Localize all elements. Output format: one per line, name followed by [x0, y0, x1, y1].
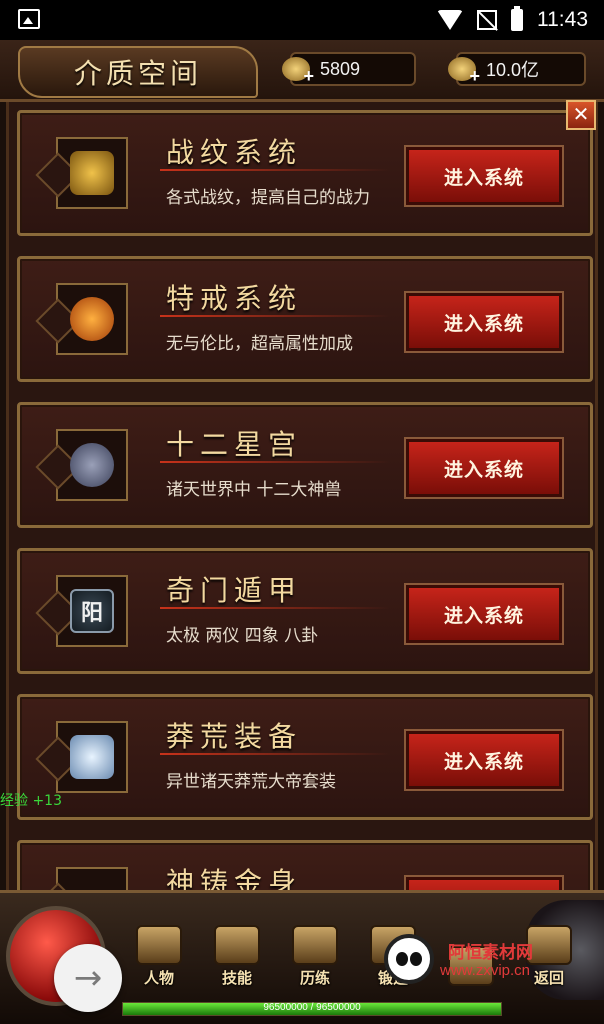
system-name: 十二星宫 [166, 428, 303, 461]
nav-label: 历练 [299, 969, 330, 987]
enter-system-button[interactable]: 进入系统 [406, 731, 562, 789]
book-icon [214, 925, 260, 965]
watermark-line2: www.zxvip.cn [440, 962, 531, 979]
divider [160, 607, 390, 609]
icon-frame [56, 429, 128, 501]
icon-frame: 阳 [56, 575, 128, 647]
xp-bar: 96500000 / 96500000 [122, 1002, 502, 1016]
gold-resource[interactable]: 10.0亿 [448, 52, 586, 87]
system-card-zhanwen: 战纹系统 各式战纹，提高自己的战力 进入系统 [17, 110, 593, 236]
close-button[interactable]: ✕ [566, 100, 596, 130]
system-card-qimen: 阳 奇门遁甲 太极 两仪 四象 八卦 进入系统 [17, 548, 593, 674]
system-name: 莽荒装备 [166, 720, 303, 753]
system-card-xinggong: 十二星宫 诸天世界中 十二大神兽 进入系统 [17, 402, 593, 528]
divider [160, 315, 390, 317]
coin-resource[interactable]: 5809 [282, 52, 416, 87]
system-desc: 无与伦比，超高属性加成 [166, 334, 353, 354]
system-card-manghuang: 莽荒装备 异世诸天莽荒大帝套装 进入系统 [17, 694, 593, 820]
status-bar: 11:43 [0, 0, 604, 40]
helmet-icon [136, 925, 182, 965]
nav-character[interactable]: 人物 [120, 920, 198, 992]
gold-value: 10.0亿 [486, 60, 540, 80]
system-desc: 诸天世界中 十二大神兽 [166, 480, 342, 500]
icon-frame [56, 283, 128, 355]
battery-icon [511, 6, 523, 31]
system-list[interactable]: 战纹系统 各式战纹，提高自己的战力 进入系统 特戒系统 无与伦比，超高属性加成 … [6, 102, 598, 892]
title-plate: 介质空间 [18, 46, 258, 98]
gallery-notification-icon [18, 9, 40, 29]
coin-add-icon[interactable] [282, 57, 314, 87]
divider [160, 169, 390, 171]
war-crest-icon [70, 151, 114, 195]
system-desc: 异世诸天莽荒大帝套装 [166, 772, 336, 792]
gold-ingot-add-icon[interactable] [448, 57, 480, 87]
icon-frame [56, 721, 128, 793]
system-name: 战纹系统 [166, 136, 303, 169]
coin-value: 5809 [320, 58, 361, 79]
floating-arrow-button[interactable]: → [54, 944, 122, 1012]
fire-ring-icon [70, 297, 114, 341]
exp-gain-notice: 经验 +13 [0, 793, 62, 809]
header: 介质空间 5809 10.0亿 [0, 40, 604, 102]
nav-skills[interactable]: 技能 [198, 920, 276, 992]
no-signal-icon [477, 10, 497, 30]
clock: 11:43 [537, 8, 588, 31]
divider [160, 461, 390, 463]
system-name: 奇门遁甲 [166, 574, 303, 607]
system-desc: 各式战纹，提高自己的战力 [166, 188, 370, 208]
wifi-icon [437, 10, 463, 30]
swords-icon [292, 925, 338, 965]
system-name: 神铸金身 [166, 866, 303, 892]
panda-logo-icon [384, 934, 434, 984]
watermark-line1: 阿恒素材网 [448, 943, 533, 963]
dragon-beast-icon [70, 443, 114, 487]
nav-label: 技能 [221, 969, 252, 987]
enter-system-button[interactable]: 进入系统 [406, 147, 562, 205]
enter-system-button[interactable]: 进入系统 [406, 585, 562, 643]
xp-text: 96500000 / 96500000 [263, 1002, 361, 1013]
enter-system-button[interactable]: 进入系统 [406, 439, 562, 497]
armor-icon [70, 735, 114, 779]
nav-label: 人物 [143, 969, 174, 987]
enter-system-button[interactable]: 进入系统 [406, 293, 562, 351]
icon-frame [56, 867, 128, 892]
system-desc: 太极 两仪 四象 八卦 [166, 626, 319, 646]
icon-frame [56, 137, 128, 209]
system-card-tejie: 特戒系统 无与伦比，超高属性加成 进入系统 [17, 256, 593, 382]
yang-emblem-icon: 阳 [70, 589, 114, 633]
watermark: 阿恒素材网 www.zxvip.cn [440, 932, 580, 992]
divider [160, 753, 390, 755]
arrow-right-icon: → [73, 958, 103, 998]
system-card-shenzhu: 神铸金身 [17, 840, 593, 892]
system-name: 特戒系统 [166, 282, 303, 315]
nav-training[interactable]: 历练 [276, 920, 354, 992]
page-title: 介质空间 [73, 57, 202, 90]
